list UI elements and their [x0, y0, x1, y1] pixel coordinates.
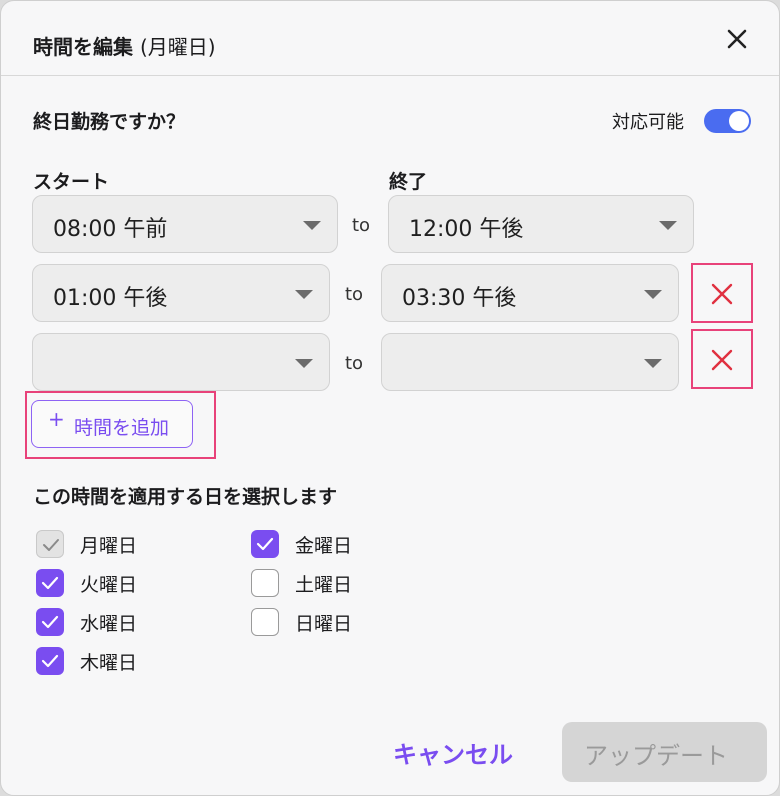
check-icon	[41, 654, 59, 668]
availability-toggle-label: 対応可能	[612, 112, 684, 133]
start-column-label: スタート	[33, 171, 110, 193]
check-icon	[41, 615, 59, 629]
check-icon	[41, 576, 59, 590]
update-button-label: アップデート	[584, 742, 728, 770]
day-label: 土曜日	[295, 574, 353, 596]
remove-icon	[711, 349, 733, 371]
start-time-select-1[interactable]: 08:00 午前	[32, 195, 338, 253]
checkbox-checked	[36, 569, 64, 597]
check-icon	[256, 537, 274, 551]
day-label: 金曜日	[295, 535, 353, 557]
checkbox-unchecked	[251, 608, 279, 636]
day-label: 火曜日	[80, 574, 138, 596]
plus-icon: +	[48, 407, 65, 431]
close-button[interactable]	[723, 25, 751, 53]
dialog-title: 時間を編集 (月曜日)	[33, 31, 216, 60]
to-label-1: to	[352, 215, 371, 236]
day-label: 木曜日	[80, 652, 138, 674]
to-label-2: to	[345, 284, 364, 305]
end-time-select-2[interactable]: 03:30 午後	[381, 264, 679, 322]
chevron-down-icon	[303, 221, 321, 230]
update-button[interactable]: アップデート	[562, 722, 767, 782]
checkbox-disabled	[36, 530, 64, 558]
start-time-value-1: 08:00 午前	[53, 217, 168, 242]
start-time-select-3[interactable]	[32, 333, 330, 391]
checkbox-unchecked	[251, 569, 279, 597]
availability-toggle[interactable]	[704, 109, 751, 133]
toggle-knob	[729, 111, 749, 131]
day-label: 日曜日	[295, 613, 353, 635]
end-time-select-1[interactable]: 12:00 午後	[388, 195, 694, 253]
checkbox-checked	[251, 530, 279, 558]
end-time-value-2: 03:30 午後	[402, 286, 517, 311]
start-time-value-2: 01:00 午後	[53, 286, 168, 311]
allday-question: 終日勤務ですか？	[33, 111, 186, 133]
chevron-down-icon	[659, 221, 677, 230]
chevron-down-icon	[295, 359, 313, 368]
checkbox-checked	[36, 647, 64, 675]
chevron-down-icon	[644, 359, 662, 368]
cancel-button[interactable]: キャンセル	[393, 735, 513, 770]
remove-icon	[711, 283, 733, 305]
chevron-down-icon	[644, 290, 662, 299]
close-icon	[727, 29, 747, 49]
to-label-3: to	[345, 353, 364, 374]
check-icon	[43, 539, 59, 551]
remove-row-button-3[interactable]	[691, 329, 753, 389]
days-title: この時間を適用する日を選択します	[33, 486, 338, 508]
end-column-label: 終了	[389, 171, 428, 193]
end-time-select-3[interactable]	[381, 333, 679, 391]
add-time-label: 時間を追加	[74, 417, 170, 439]
end-time-value-1: 12:00 午後	[409, 217, 524, 242]
checkbox-checked	[36, 608, 64, 636]
remove-row-button-2[interactable]	[691, 263, 753, 323]
dialog-title-text: 時間を編集	[33, 35, 133, 59]
edit-time-dialog: 時間を編集 (月曜日) 終日勤務ですか？ 対応可能 スタート 終了 08:00 …	[0, 0, 780, 796]
add-time-button[interactable]: + 時間を追加	[31, 400, 193, 448]
dialog-header: 時間を編集 (月曜日)	[1, 1, 779, 76]
day-label: 水曜日	[80, 613, 138, 635]
dialog-title-day: (月曜日)	[139, 35, 216, 59]
start-time-select-2[interactable]: 01:00 午後	[32, 264, 330, 322]
chevron-down-icon	[295, 290, 313, 299]
day-label: 月曜日	[80, 535, 138, 557]
